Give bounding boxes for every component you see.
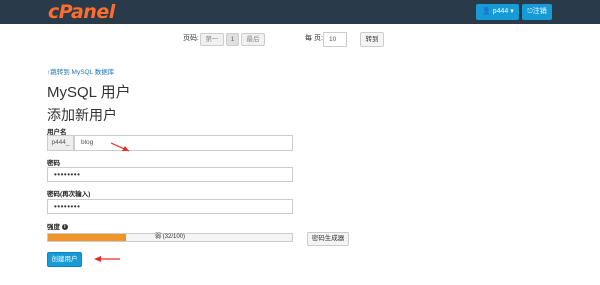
last-page-button[interactable]: 最后 [241,33,265,46]
strength-meter: 弱 (32/100) [47,233,293,242]
annotation-arrow-create [94,256,120,262]
create-user-button[interactable]: 创建用户 [47,252,82,267]
page-label: 页码: [183,35,199,42]
section-title: 添加新用户 [47,107,117,123]
user-label: p444 [492,8,509,15]
info-icon[interactable]: i [61,224,68,231]
user-menu-button[interactable]: 👤 p444 ▾ [476,4,519,20]
user-icon: 👤 [482,8,491,15]
page-title: MySQL 用户 [47,84,131,101]
logout-button[interactable]: ⎋注销 [522,4,552,20]
per-page-label: 每 页: [305,35,323,42]
annotation-arrow-username [110,142,130,152]
password-label: 密码 [47,160,60,167]
strength-label-text: 强度 [47,224,60,231]
first-page-button[interactable]: 第一 [200,33,224,46]
strength-label: 强度 i [47,221,68,231]
username-prefix: p444_ [47,135,74,151]
back-to-mysql-link[interactable]: ↑跳转到 MySQL 数据库 [47,66,114,76]
username-input[interactable]: blog [74,135,293,151]
go-button[interactable]: 转到 [360,32,384,47]
logout-label: 注销 [532,8,547,15]
password-confirm-input[interactable]: •••••••• [47,199,293,214]
top-bar: cPanel 👤 p444 ▾ ⎋注销 [0,0,600,24]
back-link-label: 跳转到 MySQL 数据库 [50,69,115,76]
password-confirm-label: 密码(再次输入) [47,191,91,198]
strength-meter-text: 弱 (32/100) [154,234,185,240]
current-page-button[interactable]: 1 [226,33,239,46]
cpanel-logo[interactable]: cPanel [48,0,115,24]
password-input[interactable]: •••••••• [47,167,293,182]
caret-down-icon: ▾ [510,8,514,15]
per-page-input[interactable]: 10 [323,32,347,47]
password-generator-button[interactable]: 密码生成器 [307,232,349,246]
